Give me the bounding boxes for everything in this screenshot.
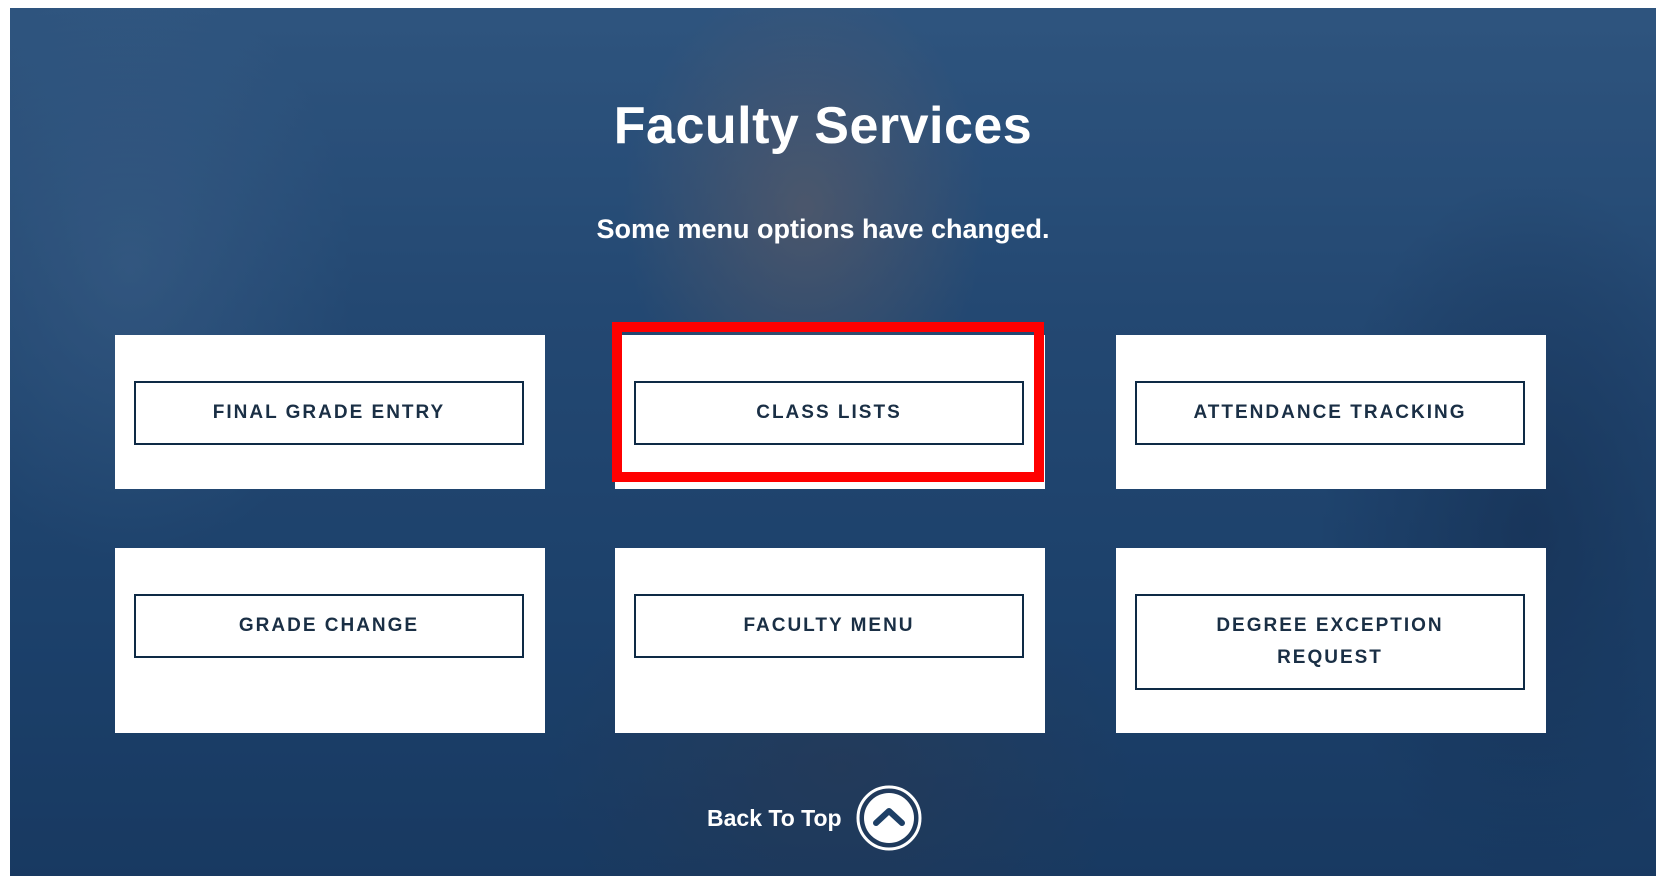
page-subtitle: Some menu options have changed.	[596, 214, 1050, 244]
grade-change-button[interactable]: GRADE CHANGE	[134, 594, 524, 658]
card-degree-exception-request: DEGREE EXCEPTION REQUEST	[1116, 548, 1546, 733]
back-to-top-label: Back To Top	[707, 804, 842, 831]
page-title: Faculty Services	[613, 97, 1033, 155]
final-grade-entry-button[interactable]: FINAL GRADE ENTRY	[134, 381, 524, 445]
back-to-top-link[interactable]: Back To Top	[707, 785, 922, 851]
degree-exception-request-button[interactable]: DEGREE EXCEPTION REQUEST	[1135, 594, 1525, 690]
card-faculty-menu: FACULTY MENU	[615, 548, 1045, 733]
highlight-box	[612, 322, 1044, 482]
card-attendance-tracking: ATTENDANCE TRACKING	[1116, 335, 1546, 489]
attendance-tracking-button[interactable]: ATTENDANCE TRACKING	[1135, 381, 1525, 445]
faculty-menu-button[interactable]: FACULTY MENU	[634, 594, 1024, 658]
chevron-up-circle-icon[interactable]	[856, 785, 922, 851]
card-grade-change: GRADE CHANGE	[115, 548, 545, 733]
card-final-grade-entry: FINAL GRADE ENTRY	[115, 335, 545, 489]
